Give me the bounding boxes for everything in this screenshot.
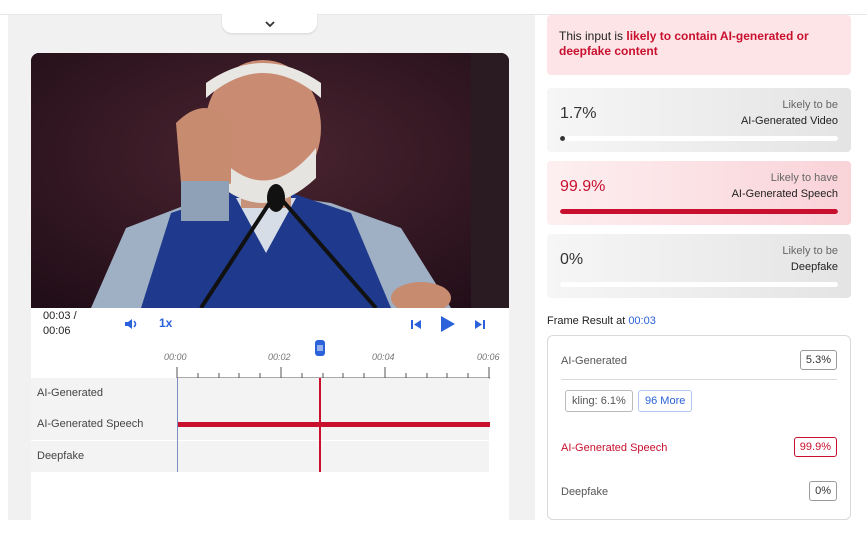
frame-score-badge: 5.3% — [799, 350, 837, 370]
playhead-icon — [317, 345, 323, 351]
playhead-line — [319, 378, 321, 472]
skip-forward-icon — [475, 319, 485, 329]
frame-time: 00:03 — [628, 315, 656, 327]
frame-result-panel: AI-Generated 5.3% kling: 6.1% 96 More AI… — [547, 335, 851, 520]
track-label: AI-Generated Speech — [37, 418, 144, 430]
metric-caption: Likely to be — [782, 245, 838, 257]
metric-ai-speech: 99.9% Likely to have AI-Generated Speech — [547, 161, 851, 225]
metric-bar — [560, 282, 838, 287]
verdict-banner: This input is likely to contain AI-gener… — [547, 15, 851, 75]
time-display: 00:03 / 00:06 — [43, 309, 93, 339]
verdict-prefix: This input is — [559, 29, 627, 43]
volume-button[interactable] — [123, 317, 139, 331]
speed-button[interactable]: 1x — [159, 316, 172, 330]
track-label: Deepfake — [37, 450, 85, 462]
frame-result-title: Frame Result at 00:03 — [547, 315, 656, 327]
track-label: AI-Generated — [37, 387, 104, 399]
timeline-track-ai-generated: AI-Generated — [31, 378, 489, 409]
frame-row-label: AI-Generated — [561, 355, 628, 367]
video-player[interactable] — [31, 53, 509, 308]
frame-score-badge: 0% — [809, 481, 837, 501]
metric-label: AI-Generated Speech — [731, 188, 838, 200]
more-models-button[interactable]: 96 More — [638, 390, 693, 412]
frame-score-badge: 99.9% — [793, 437, 837, 457]
timeline-track-deepfake: Deepfake — [31, 441, 489, 472]
metric-ai-video: 1.7% Likely to be AI-Generated Video — [547, 88, 851, 152]
collapse-toggle[interactable] — [222, 14, 317, 33]
total-time: 00:06 — [43, 325, 71, 337]
timeline-track-speech: AI-Generated Speech — [31, 409, 490, 440]
metric-deepfake: 0% Likely to be Deepfake — [547, 234, 851, 298]
metric-value: 0% — [560, 251, 584, 268]
frame-title-prefix: Frame Result at — [547, 315, 629, 327]
speech-detection-segment — [177, 422, 490, 427]
metric-label: AI-Generated Video — [740, 115, 838, 127]
skip-back-icon — [411, 319, 421, 329]
volume-icon — [125, 319, 137, 329]
playhead-handle[interactable] — [315, 340, 325, 356]
metric-value: 99.9% — [560, 178, 606, 195]
metric-bar-fill — [560, 209, 838, 214]
player-controls: 00:03 / 00:06 1x — [31, 308, 509, 340]
timeline-start-line — [177, 378, 178, 472]
metric-bar — [560, 136, 838, 141]
metric-caption: Likely to have — [770, 172, 838, 184]
current-time: 00:03 / — [43, 310, 77, 322]
model-chip: kling: 6.1% — [565, 390, 633, 412]
detection-timeline[interactable]: 00:00 00:02 00:04 00:06 AI-Generated AI-… — [31, 340, 509, 520]
frame-divider — [561, 379, 837, 380]
frame-row-label: Deepfake — [561, 486, 609, 498]
metric-caption: Likely to be — [782, 99, 838, 111]
video-frame-image — [31, 53, 509, 308]
metric-label: Deepfake — [790, 261, 838, 273]
skip-back-button[interactable] — [409, 318, 423, 330]
metric-bar-fill — [560, 136, 565, 141]
metric-value: 1.7% — [560, 105, 597, 122]
frame-row-label: AI-Generated Speech — [561, 442, 668, 454]
play-icon — [441, 316, 455, 332]
chevron-down-icon — [264, 20, 275, 27]
skip-forward-button[interactable] — [473, 318, 487, 330]
play-button[interactable] — [439, 314, 457, 334]
metric-bar — [560, 209, 838, 214]
